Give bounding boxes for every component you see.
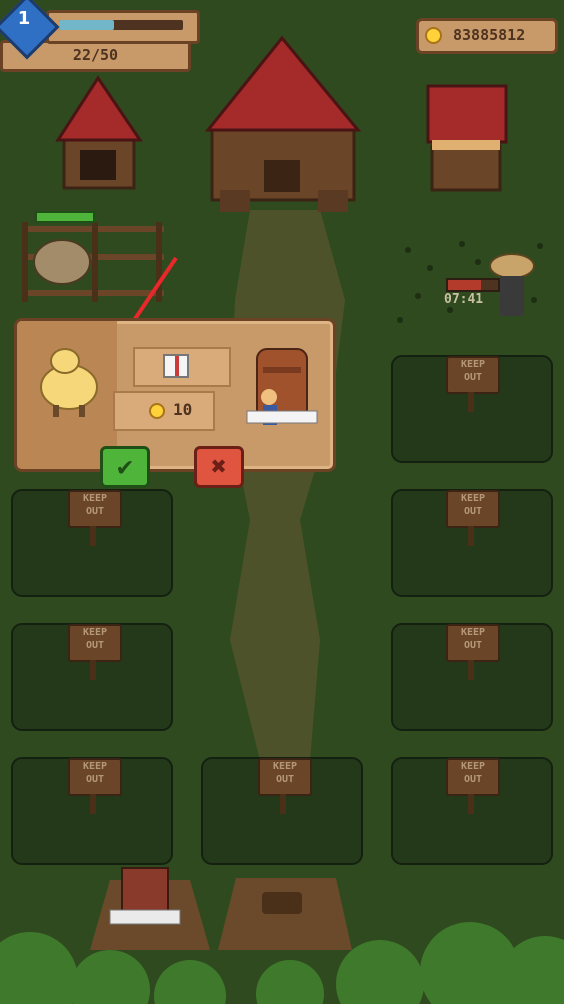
- coin-icon: [425, 27, 442, 44]
- farmer-progress-fill: [448, 280, 481, 290]
- xp-bar-fill: [59, 20, 114, 30]
- farmer-progress-bar: [446, 278, 500, 292]
- level-number: 1: [17, 8, 31, 29]
- sheep-icon[interactable]: [17, 321, 117, 463]
- coin-counter[interactable]: 83885812: [416, 18, 558, 54]
- close-icon: ✖: [211, 452, 227, 482]
- coin-icon: [149, 403, 165, 419]
- silo-farmer-icon: [246, 348, 318, 425]
- farmer-timer: 07:41: [444, 292, 484, 307]
- confirm-button[interactable]: ✔: [100, 446, 150, 488]
- reward-tag: [133, 347, 231, 387]
- cancel-button[interactable]: ✖: [194, 446, 244, 488]
- xp-bar: [59, 20, 183, 30]
- xp-panel: [46, 10, 200, 44]
- checkmark-icon: ✔: [117, 452, 133, 482]
- farm-scene: 22/50 1 83885812 07:41 10 ✔ ✖ KEEP OUT K…: [0, 0, 564, 1004]
- camera-icon: [262, 892, 302, 914]
- market-stall: [426, 84, 508, 192]
- gift-icon: [163, 354, 189, 378]
- cow-icon: [33, 239, 91, 285]
- trade-dialog: 10: [14, 318, 336, 472]
- coin-amount: 83885812: [453, 26, 526, 44]
- price-tag: 10: [113, 391, 215, 431]
- price-value: 10: [173, 400, 193, 419]
